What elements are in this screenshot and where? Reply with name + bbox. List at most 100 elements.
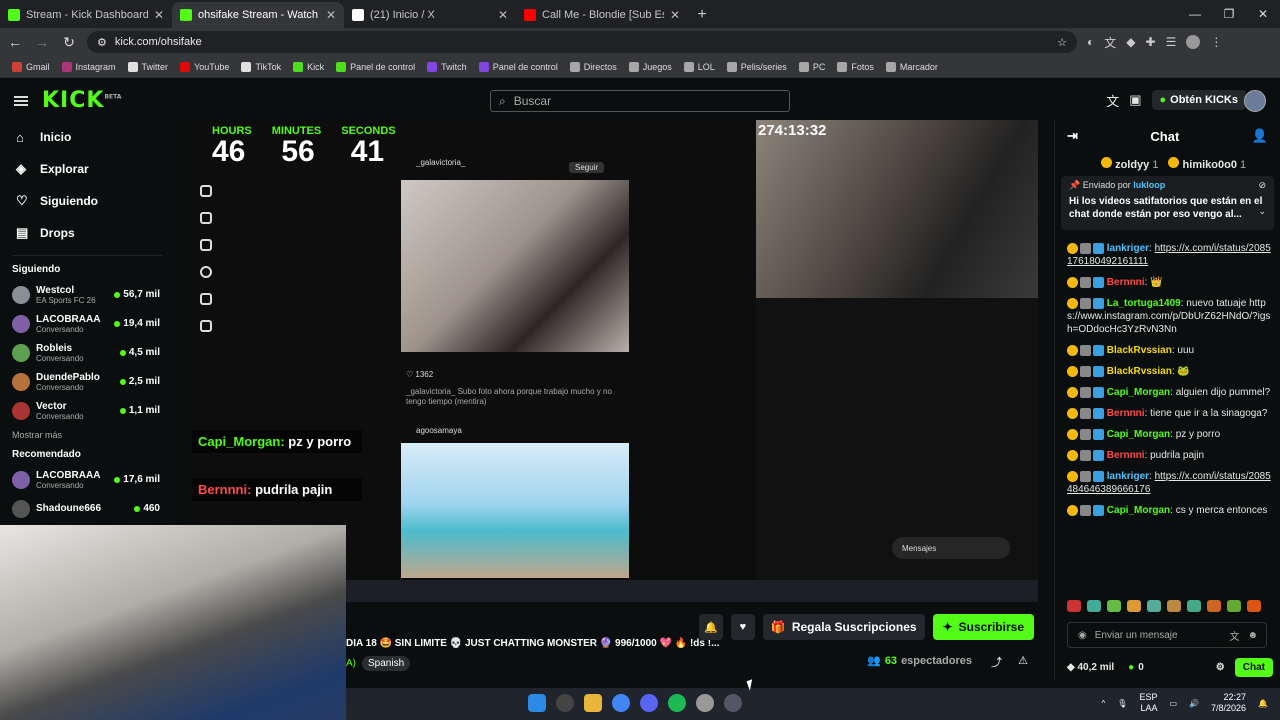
browser-tab[interactable]: Call Me - Blondie [Sub Español] ✕ — [516, 2, 688, 28]
browser-tab[interactable]: ohsifake Stream - Watch Live on ✕ — [172, 2, 344, 28]
bookmark-item[interactable]: Directos — [564, 61, 623, 72]
chat-username[interactable]: Bernnni — [1107, 408, 1145, 419]
sidebar-channel[interactable]: LACOBRAAA Conversando 17,6 mil — [0, 465, 174, 494]
library-icon[interactable]: ▣ — [1129, 92, 1141, 108]
bookmark-item[interactable]: Marcador — [880, 61, 944, 72]
menu-icon[interactable]: ⋮ — [1210, 35, 1222, 49]
profile-avatar[interactable] — [1186, 35, 1201, 49]
extension-icon[interactable]: ◐ — [1087, 35, 1094, 49]
emote[interactable] — [1207, 600, 1221, 612]
network-icon[interactable]: ▭ — [1169, 699, 1177, 708]
emote[interactable] — [1127, 600, 1141, 612]
chat-username[interactable]: BlackRvssian — [1107, 366, 1172, 377]
chat-message[interactable]: Bernnni: tiene que ir a la sinagoga? — [1067, 407, 1272, 420]
chat-input[interactable]: ◉ Enviar un mensaje 文 ☻ — [1067, 622, 1267, 648]
browser-tab[interactable]: Stream - Kick Dashboard ✕ — [0, 2, 172, 28]
bookmark-item[interactable]: Instagram — [56, 61, 122, 72]
emote[interactable] — [1067, 600, 1081, 612]
chat-message[interactable]: Capi_Morgan: cs y merca entonces — [1067, 504, 1272, 517]
language-tag[interactable]: Spanish — [362, 656, 411, 671]
bookmark-item[interactable]: TikTok — [235, 61, 287, 72]
sidebar-channel[interactable]: Westcol EA Sports FC 26 56,7 mil — [0, 280, 174, 309]
kick-logo[interactable]: KICKBETA — [42, 88, 121, 113]
notifications-icon[interactable]: 🔔 — [1258, 699, 1268, 708]
new-tab-button[interactable]: + — [688, 2, 716, 28]
translate-icon[interactable]: 文 — [1104, 34, 1116, 51]
emote[interactable] — [1247, 600, 1261, 612]
chat-settings-icon[interactable]: ⚙ — [1216, 662, 1225, 673]
chat-message[interactable]: Capi_Morgan: alguien dijo pummel? — [1067, 386, 1272, 399]
sidebar-channel[interactable]: Robleis Conversando 4,5 mil — [0, 338, 174, 367]
collapse-chat-icon[interactable]: ⇥ — [1067, 128, 1078, 144]
puzzle-icon[interactable]: ✚ — [1146, 35, 1156, 49]
maximize-button[interactable]: ❐ — [1212, 0, 1246, 28]
close-tab-icon[interactable]: ✕ — [154, 8, 164, 22]
search-input[interactable]: ⌕ Buscar — [490, 90, 790, 112]
close-window-button[interactable]: ✕ — [1246, 0, 1280, 28]
bookmark-item[interactable]: Juegos — [623, 61, 678, 72]
bookmark-item[interactable]: Twitch — [421, 61, 473, 72]
notification-bell-button[interactable]: 🔔 — [698, 614, 723, 640]
sidebar-nav-explorar[interactable]: ◈ Explorar — [0, 153, 174, 185]
chat-username[interactable]: BlackRvssian — [1107, 345, 1172, 356]
clock[interactable]: 22:27 7/8/2026 — [1211, 692, 1246, 714]
pinned-message[interactable]: 📌 Enviado por lukloop Hi los videos sati… — [1061, 176, 1274, 230]
unpin-icon[interactable]: ⊘ — [1258, 180, 1266, 191]
sidebar-channel[interactable]: DuendePablo Conversando 2,5 mil — [0, 367, 174, 396]
gift-subs-button[interactable]: 🎁 Regala Suscripciones — [762, 614, 925, 640]
close-tab-icon[interactable]: ✕ — [326, 8, 336, 22]
sidebar-channel[interactable]: Shadoune666 460 — [0, 494, 174, 523]
chat-message[interactable]: lankriger: https://x.com/i/status/208548… — [1067, 470, 1272, 496]
sidebar-nav-drops[interactable]: ▤ Drops — [0, 217, 174, 249]
user-avatar[interactable] — [1244, 90, 1266, 112]
emote[interactable] — [1087, 600, 1101, 612]
translate-icon[interactable]: 文 — [1229, 628, 1239, 643]
chat-username[interactable]: Bernnni — [1107, 277, 1145, 288]
emote[interactable] — [1187, 600, 1201, 612]
file-explorer-icon[interactable] — [584, 694, 602, 712]
spotify-icon[interactable] — [668, 694, 686, 712]
sidebar-nav-siguiendo[interactable]: ♡ Siguiendo — [0, 185, 174, 217]
chat-username[interactable]: La_tortuga1409 — [1107, 298, 1181, 309]
bookmark-item[interactable]: LOL — [678, 61, 721, 72]
sidebar-nav-inicio[interactable]: ⌂ Inicio — [0, 121, 174, 153]
mic-icon[interactable]: 🎙 — [1117, 699, 1127, 708]
emote-picker-icon[interactable]: ☻ — [1247, 630, 1258, 641]
extension-icon[interactable]: ◆ — [1126, 35, 1135, 49]
keyboard-lang[interactable]: ESP LAA — [1139, 692, 1157, 714]
emote[interactable] — [1107, 600, 1121, 612]
media-icon[interactable]: ☰ — [1166, 35, 1177, 49]
top-gifter[interactable]: zoldyy 1 — [1101, 157, 1158, 171]
send-chat-button[interactable]: Chat — [1234, 657, 1273, 677]
app-icon[interactable] — [696, 694, 714, 712]
chevron-down-icon[interactable]: ⌄ — [1258, 206, 1266, 217]
chat-message[interactable]: BlackRvssian: 🐸 — [1067, 365, 1272, 378]
show-more-link[interactable]: Mostrar más — [0, 425, 174, 445]
get-kicks-button[interactable]: ● Obtén KICKs — [1151, 90, 1246, 110]
share-icon[interactable]: ⤴ — [991, 654, 1002, 670]
chat-username[interactable]: Capi_Morgan — [1107, 387, 1170, 398]
bookmark-item[interactable]: Panel de control — [330, 61, 421, 72]
emote[interactable] — [1227, 600, 1241, 612]
chevron-up-icon[interactable]: ^ — [1102, 699, 1106, 708]
bookmark-item[interactable]: Pelis/series — [721, 61, 793, 72]
site-info-icon[interactable]: ⚙ — [97, 36, 107, 49]
url-field[interactable]: ⚙ kick.com/ohsifake ☆ — [87, 31, 1077, 53]
follow-heart-button[interactable]: ♥ — [730, 614, 755, 640]
emote[interactable] — [1147, 600, 1161, 612]
menu-toggle-icon[interactable] — [14, 95, 28, 106]
start-icon[interactable] — [528, 694, 546, 712]
reload-button[interactable]: ↻ — [57, 34, 81, 51]
chat-message[interactable]: Bernnni: 👑 — [1067, 276, 1272, 289]
close-tab-icon[interactable]: ✕ — [670, 8, 680, 22]
chat-message[interactable]: BlackRvssian: uuu — [1067, 344, 1272, 357]
browser-tab[interactable]: (21) Inicio / X ✕ — [344, 2, 516, 28]
bookmark-item[interactable]: Fotos — [831, 61, 880, 72]
subscribe-button[interactable]: ✦ Suscribirse — [932, 614, 1034, 640]
chat-username[interactable]: lankriger — [1107, 243, 1149, 254]
bookmark-item[interactable]: Gmail — [6, 61, 56, 72]
chat-message[interactable]: Capi_Morgan: pz y porro — [1067, 428, 1272, 441]
emoji-icon[interactable]: ◉ — [1078, 630, 1087, 641]
bookmark-star-icon[interactable]: ☆ — [1057, 36, 1067, 49]
translate-icon[interactable]: 文 — [1106, 91, 1119, 110]
